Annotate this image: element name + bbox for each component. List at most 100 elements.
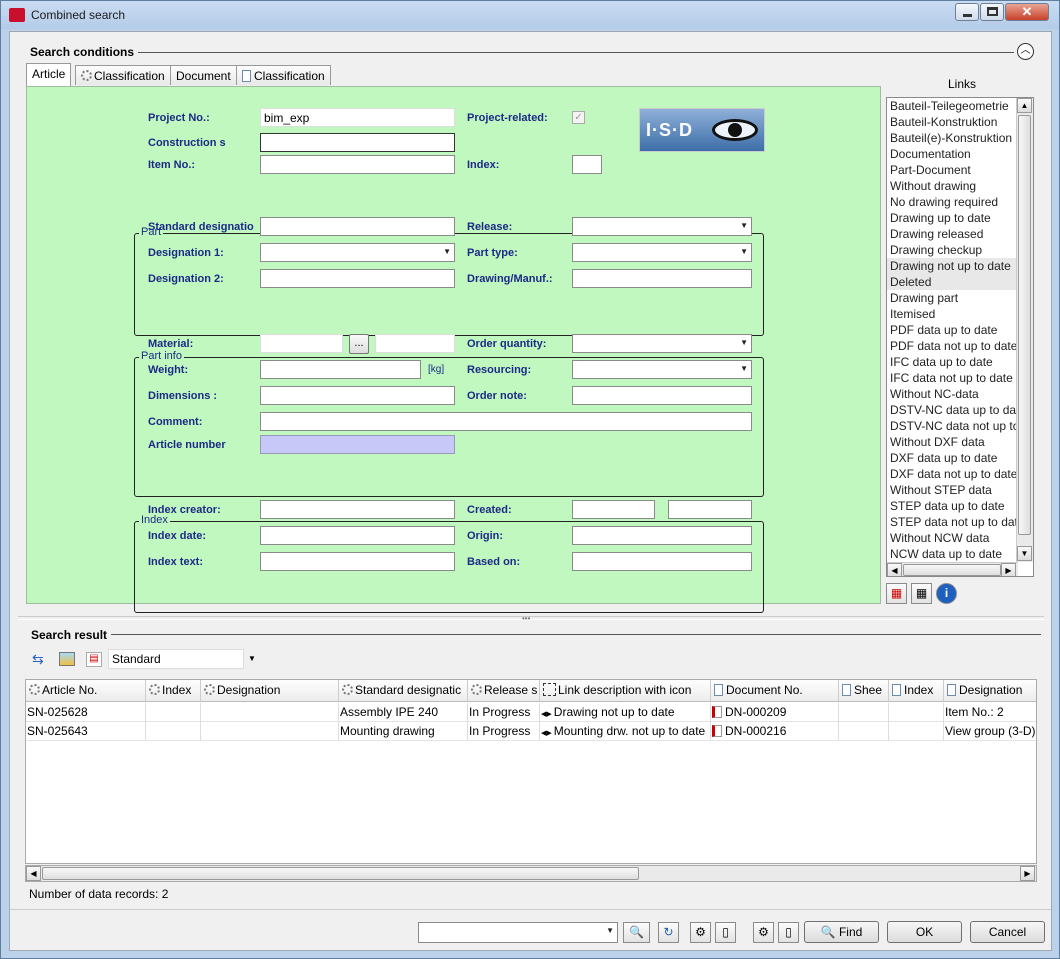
origin-input[interactable]: [572, 526, 752, 545]
drawing-manuf-input[interactable]: [572, 269, 752, 288]
designation2-input[interactable]: [260, 269, 455, 288]
link-list-item[interactable]: PDF data up to date: [887, 322, 1033, 338]
link-list-item[interactable]: Drawing checkup: [887, 242, 1033, 258]
link-list-item[interactable]: Deleted: [887, 274, 1033, 290]
link-list-item[interactable]: Bauteil-Teilegeometrie: [887, 98, 1033, 114]
find-button[interactable]: 🔍 Find: [804, 921, 879, 943]
splitter[interactable]: [18, 616, 1044, 620]
index-text-input[interactable]: [260, 552, 455, 571]
link-list-item[interactable]: Drawing not up to date: [887, 258, 1033, 274]
order-note-input[interactable]: [572, 386, 752, 405]
link-list-item[interactable]: Without drawing: [887, 178, 1033, 194]
scroll-left-icon[interactable]: ◀: [26, 866, 41, 881]
link-list-item[interactable]: Without DXF data: [887, 434, 1033, 450]
material-browse-button[interactable]: ...: [349, 334, 369, 354]
links-vertical-scrollbar[interactable]: ▲ ▼: [1016, 98, 1033, 562]
refresh-icon[interactable]: ↻: [658, 922, 679, 943]
grid-horizontal-scrollbar[interactable]: ◀ ▶: [25, 865, 1037, 882]
scroll-right-icon[interactable]: ▶: [1020, 866, 1035, 881]
part-type-select[interactable]: [572, 243, 752, 262]
article-number-input[interactable]: [260, 435, 455, 454]
tab-document[interactable]: Document: [170, 65, 237, 85]
cancel-button[interactable]: Cancel: [970, 921, 1045, 943]
comment-input[interactable]: [260, 412, 752, 431]
column-header-doc-index[interactable]: Index: [889, 680, 944, 702]
ok-button[interactable]: OK: [887, 921, 962, 943]
link-list-item[interactable]: Bauteil-Konstruktion: [887, 114, 1033, 130]
footer-select[interactable]: [418, 922, 618, 943]
project-related-checkbox[interactable]: ✓: [572, 111, 585, 124]
standard-designation-input[interactable]: [260, 217, 455, 236]
release-select[interactable]: [572, 217, 752, 236]
link-list-item[interactable]: Itemised: [887, 306, 1033, 322]
link-list-item[interactable]: Documentation: [887, 146, 1033, 162]
info-icon[interactable]: i: [936, 583, 957, 604]
link-list-item[interactable]: DXF data up to date: [887, 450, 1033, 466]
column-header-release[interactable]: Release s: [468, 680, 540, 702]
dimensions-input[interactable]: [260, 386, 455, 405]
link-list-item[interactable]: Part-Document: [887, 162, 1033, 178]
link-list-item[interactable]: STEP data not up to date: [887, 514, 1033, 530]
column-header-index[interactable]: Index: [146, 680, 201, 702]
based-on-input[interactable]: [572, 552, 752, 571]
link-list-item[interactable]: Drawing part: [887, 290, 1033, 306]
links-horizontal-scrollbar[interactable]: ◀ ▶: [887, 562, 1018, 576]
grid-scroll-thumb[interactable]: [42, 867, 639, 880]
column-header-document-no[interactable]: Document No.: [711, 680, 839, 702]
column-header-designation[interactable]: Designation: [201, 680, 339, 702]
link-list-item[interactable]: STEP data up to date: [887, 498, 1033, 514]
link-list-item[interactable]: Without NC-data: [887, 386, 1033, 402]
link-list-item[interactable]: IFC data not up to date: [887, 370, 1033, 386]
image-export-icon[interactable]: [59, 652, 75, 666]
scroll-down-icon[interactable]: ▼: [1017, 546, 1032, 561]
index-input[interactable]: [572, 155, 602, 174]
construction-input[interactable]: [260, 133, 455, 152]
link-list-item[interactable]: DSTV-NC data up to date: [887, 402, 1033, 418]
item-no-input[interactable]: [260, 155, 455, 174]
maximize-button[interactable]: [980, 3, 1004, 21]
document-icon[interactable]: ▯: [778, 922, 799, 943]
created-from-input[interactable]: [572, 500, 655, 519]
column-header-standard-designation[interactable]: Standard designatic: [339, 680, 468, 702]
link-list-item[interactable]: PDF data not up to date: [887, 338, 1033, 354]
link-list-item[interactable]: Drawing up to date: [887, 210, 1033, 226]
resourcing-select[interactable]: [572, 360, 752, 379]
weight-input[interactable]: [260, 360, 421, 379]
link-list-item[interactable]: DSTV-NC data not up to date: [887, 418, 1033, 434]
refresh-arrows-icon[interactable]: ⇆: [32, 651, 44, 668]
index-date-input[interactable]: [260, 526, 455, 545]
close-button[interactable]: ✕: [1005, 3, 1049, 21]
scroll-right-icon[interactable]: ▶: [1001, 563, 1016, 576]
index-creator-input[interactable]: [260, 500, 455, 519]
material-input[interactable]: [260, 334, 343, 353]
column-header-sheet[interactable]: Shee: [839, 680, 889, 702]
column-header-article-no[interactable]: Article No.: [26, 680, 146, 702]
link-list-item[interactable]: NCW data up to date: [887, 546, 1033, 562]
project-no-input[interactable]: bim_exp: [260, 108, 455, 127]
link-list-item[interactable]: Without NCW data: [887, 530, 1033, 546]
document-export-icon[interactable]: ▯: [715, 922, 736, 943]
order-quantity-select[interactable]: [572, 334, 752, 353]
scroll-thumb[interactable]: [1018, 115, 1031, 535]
table-icon[interactable]: ▦: [911, 583, 932, 604]
material-secondary-input[interactable]: [375, 334, 455, 353]
table-red-icon[interactable]: ▦: [886, 583, 907, 604]
created-to-input[interactable]: [668, 500, 752, 519]
link-list-item[interactable]: Without STEP data: [887, 482, 1033, 498]
tab-classification[interactable]: Classification: [75, 65, 171, 85]
collapse-icon[interactable]: ︿: [1017, 43, 1034, 60]
column-header-doc-designation[interactable]: Designation: [944, 680, 1036, 702]
link-list-item[interactable]: Bauteil(e)-Konstruktion: [887, 130, 1033, 146]
gear-settings-icon[interactable]: ⚙: [753, 922, 774, 943]
pdf-export-icon[interactable]: ▤: [86, 652, 102, 667]
link-list-item[interactable]: No drawing required: [887, 194, 1033, 210]
link-list-item[interactable]: IFC data up to date: [887, 354, 1033, 370]
tab-article[interactable]: Article: [26, 63, 72, 86]
link-list-item[interactable]: DXF data not up to date: [887, 466, 1033, 482]
tab-document-classification[interactable]: Classification: [236, 65, 331, 85]
view-select[interactable]: Standard: [108, 649, 244, 669]
scroll-left-icon[interactable]: ◀: [887, 563, 902, 576]
settings-icon[interactable]: ⚙: [690, 922, 711, 943]
view-select-chevron-icon[interactable]: ▼: [248, 654, 256, 663]
minimize-button[interactable]: [955, 3, 979, 21]
